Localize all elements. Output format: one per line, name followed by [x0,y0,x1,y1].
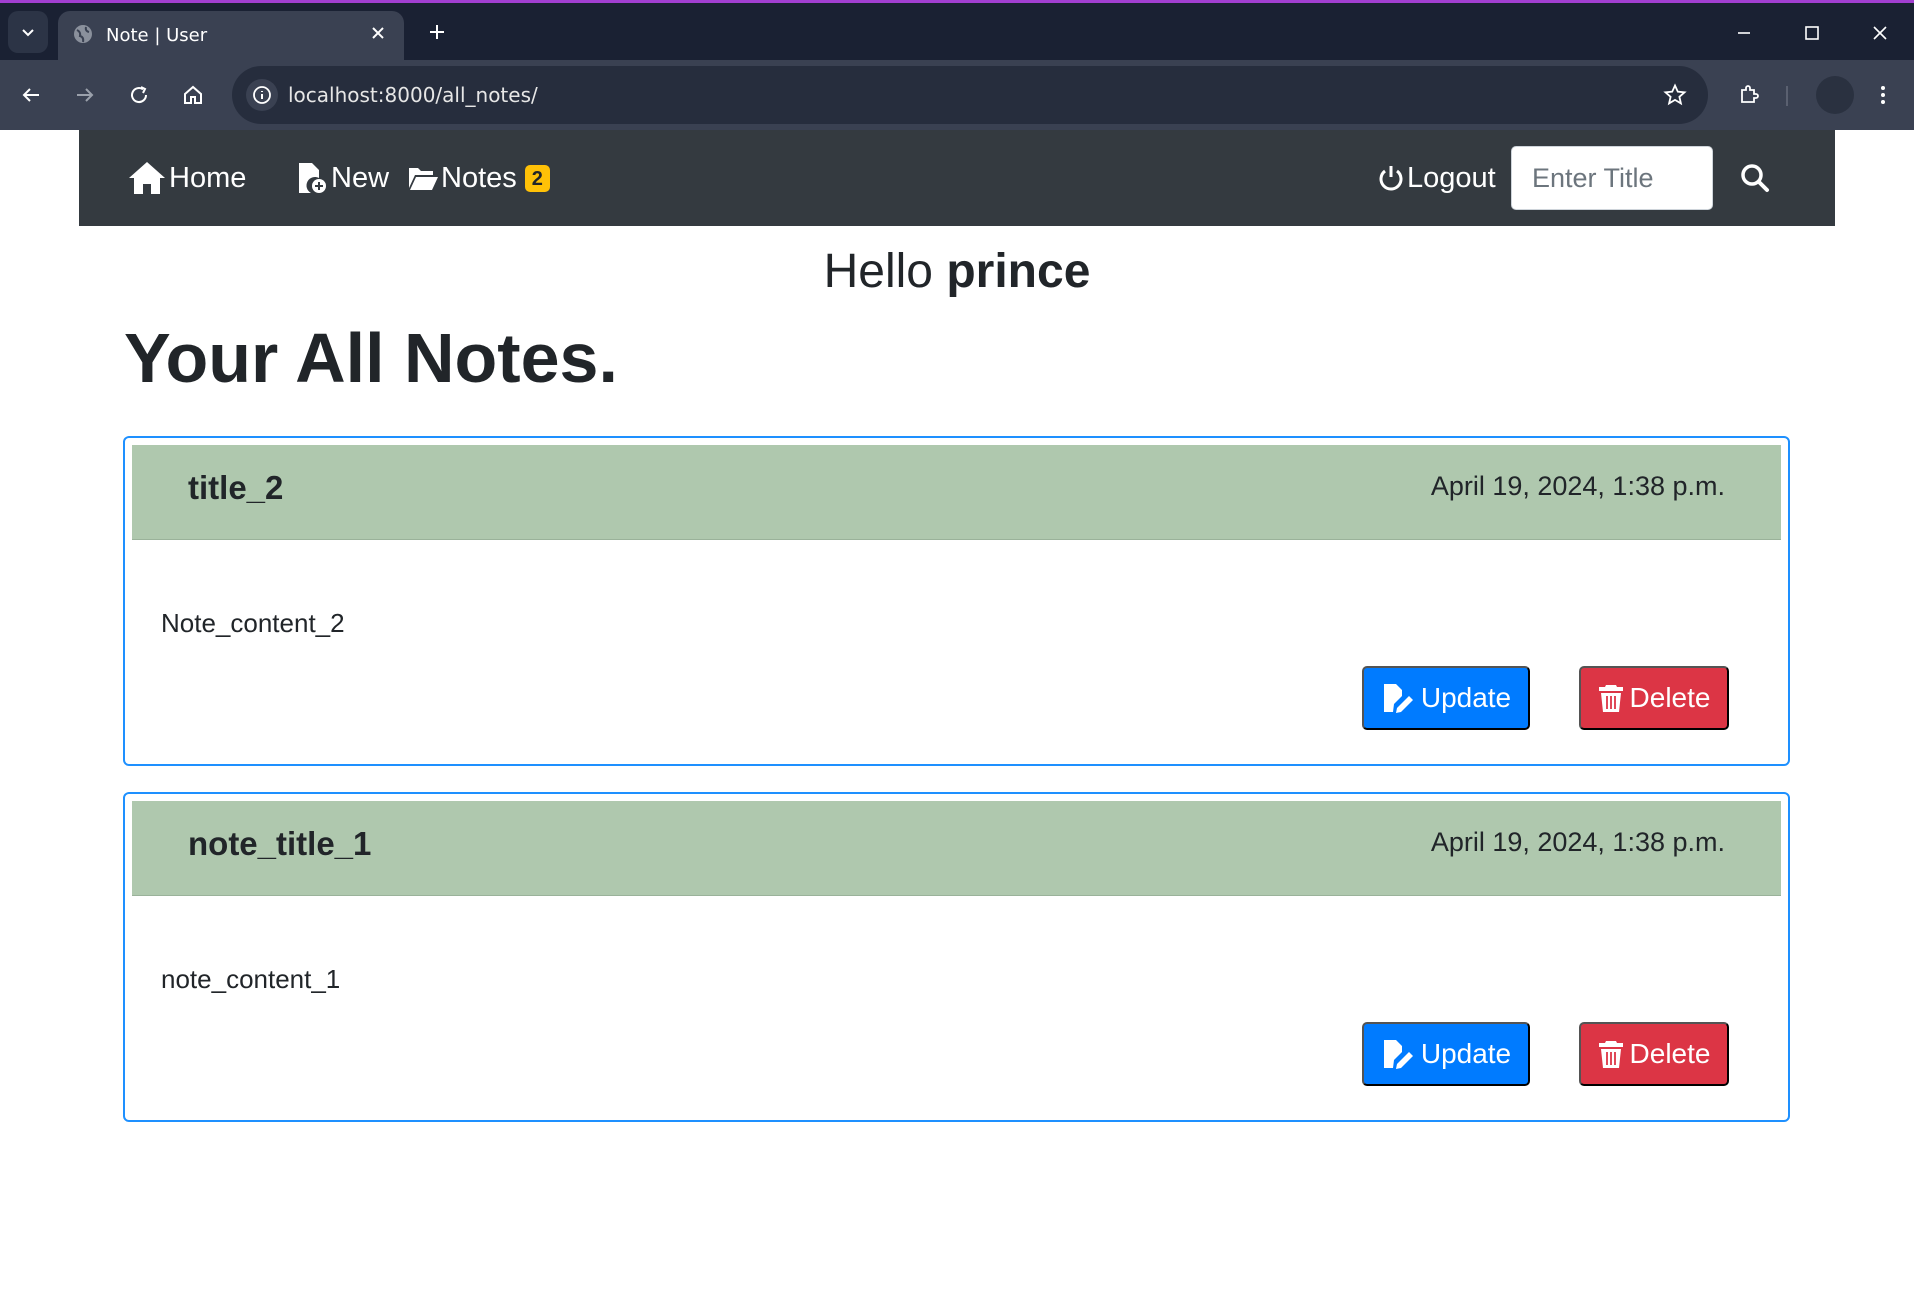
extensions-button[interactable] [1730,76,1768,114]
tab-title: Note | User [106,25,208,46]
note-title: title_2 [188,469,284,506]
power-icon [1379,166,1403,191]
nav-new-label: New [331,161,390,194]
page-title: Your All Notes. [124,319,618,397]
toolbar-divider [1786,86,1788,106]
file-plus-icon [299,163,326,193]
nav-notes-label: Notes [441,161,517,194]
update-button[interactable]: Update [1362,1022,1530,1086]
greeting-prefix: Hello [823,245,933,298]
note-card: note_title_1 April 19, 2024, 1:38 p.m. n… [123,792,1790,1122]
avatar[interactable] [1816,76,1854,114]
note-content: Note_content_2 [161,608,345,638]
chevron-down-icon [22,29,34,37]
maximize-icon [1805,26,1819,40]
reload-button[interactable] [120,76,158,114]
globe-icon [74,25,92,43]
home-icon [184,85,202,104]
note-card: title_2 April 19, 2024, 1:38 p.m. Note_c… [123,436,1790,766]
tab-close-button[interactable] [366,21,390,45]
close-window-button[interactable] [1860,15,1900,51]
nav-new-link[interactable]: New [295,158,389,198]
folder-open-icon [409,168,438,190]
browser-toolbar: localhost:8000/all_notes/ [0,60,1914,130]
reload-icon [131,86,148,104]
trash-icon [1598,1041,1623,1068]
search-icon [1741,164,1769,192]
trash-icon [1598,685,1623,712]
address-bar[interactable]: localhost:8000/all_notes/ [232,66,1708,124]
star-icon [1663,83,1687,106]
browser-tab-strip: Note | User [0,0,1914,63]
logout-label: Logout [1407,161,1496,194]
site-info-button[interactable] [246,79,278,111]
greeting-username: prince [946,245,1091,298]
close-icon [1873,26,1887,40]
info-icon [253,86,271,104]
arrow-left-icon [22,88,39,102]
delete-label: Delete [1629,682,1711,713]
note-title: note_title_1 [188,825,372,862]
note-card-header: title_2 April 19, 2024, 1:38 p.m. [132,445,1781,540]
update-label: Update [1420,682,1512,713]
new-tab-button[interactable] [422,17,452,47]
note-card-header: note_title_1 April 19, 2024, 1:38 p.m. [132,801,1781,896]
note-date: April 19, 2024, 1:38 p.m. [1430,827,1725,857]
greeting: Hello prince [0,244,1914,299]
nav-notes-link[interactable]: Notes 2 [407,158,550,198]
delete-button[interactable]: Delete [1579,1022,1729,1086]
delete-label: Delete [1629,1038,1711,1069]
file-edit-icon [1383,684,1413,713]
note-content: note_content_1 [161,964,341,994]
logout-link[interactable]: Logout [1377,158,1496,198]
nav-home-label: Home [169,161,247,194]
close-icon [372,27,384,39]
update-label: Update [1420,1038,1512,1069]
minimize-button[interactable] [1724,15,1764,51]
puzzle-icon [1741,85,1759,103]
plus-icon [430,25,444,39]
browser-tab-active[interactable]: Note | User [58,11,404,63]
update-button[interactable]: Update [1362,666,1530,730]
delete-button[interactable]: Delete [1579,666,1729,730]
bookmark-button[interactable] [1660,80,1690,110]
forward-button[interactable] [66,76,104,114]
back-button[interactable] [12,76,50,114]
site-navbar: Home New Notes 2 Logout [79,130,1835,226]
tab-search-button[interactable] [8,11,48,53]
more-vertical-icon [1881,86,1885,104]
home-button[interactable] [174,76,212,114]
search-button[interactable] [1733,156,1777,200]
home-icon [129,162,165,194]
notes-count-badge: 2 [524,164,550,192]
search-input[interactable] [1511,146,1713,210]
nav-home-link[interactable]: Home [127,158,246,198]
maximize-button[interactable] [1792,15,1832,51]
file-edit-icon [1383,1040,1413,1069]
note-date: April 19, 2024, 1:38 p.m. [1430,471,1725,501]
browser-menu-button[interactable] [1864,76,1902,114]
url-text: localhost:8000/all_notes/ [288,83,538,107]
arrow-right-icon [77,88,94,102]
minimize-icon [1738,32,1750,34]
